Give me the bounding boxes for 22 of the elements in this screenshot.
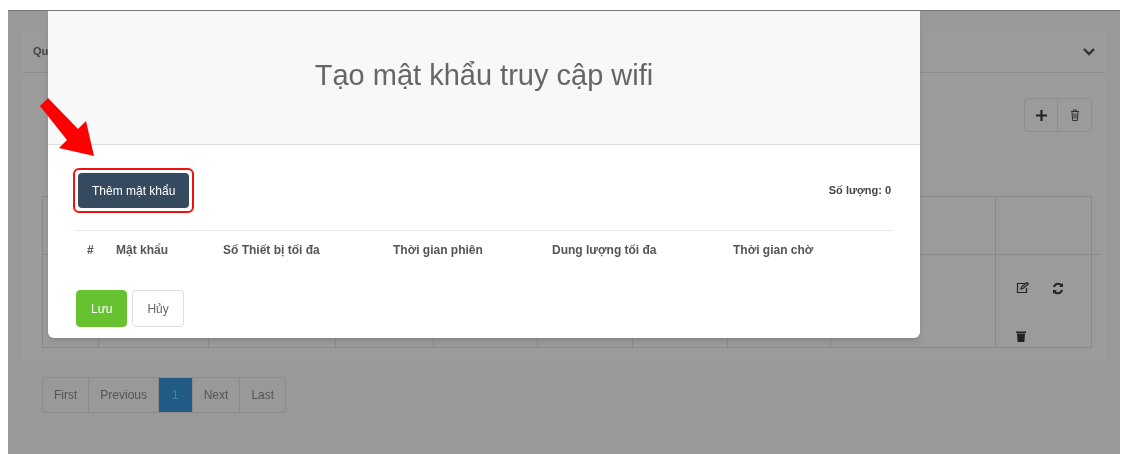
dialog-title: Tạo mật khẩu truy cập wifi <box>314 57 654 93</box>
panel-title: Qu <box>33 44 49 60</box>
edit-icon[interactable] <box>1016 282 1029 294</box>
column-header: Thời gian chờ <box>732 242 815 259</box>
trash-icon[interactable] <box>1016 329 1026 342</box>
column-header: Mật khẩu <box>115 242 169 259</box>
count-label: Số lượng: 0 <box>828 183 891 199</box>
cancel-button[interactable]: Hủy <box>132 290 184 327</box>
column-header: Thời gian phiên <box>392 242 484 259</box>
page-link[interactable]: Next <box>191 378 240 412</box>
arrow-icon <box>38 96 96 158</box>
page-link[interactable]: Last <box>239 378 286 412</box>
save-button[interactable]: Lưu <box>76 290 128 327</box>
add-password-button[interactable]: Thêm mật khẩu <box>78 173 190 208</box>
chevron-down-icon[interactable] <box>1083 47 1095 56</box>
refresh-icon[interactable] <box>1052 281 1064 295</box>
column-header: Dung lượng tối đa <box>551 242 658 259</box>
trash-icon <box>1069 109 1080 121</box>
column-header: # <box>86 242 95 259</box>
plus-icon <box>1035 109 1047 121</box>
column-header: Số Thiết bị tối đa <box>222 242 321 259</box>
page-link[interactable]: First <box>43 378 89 412</box>
